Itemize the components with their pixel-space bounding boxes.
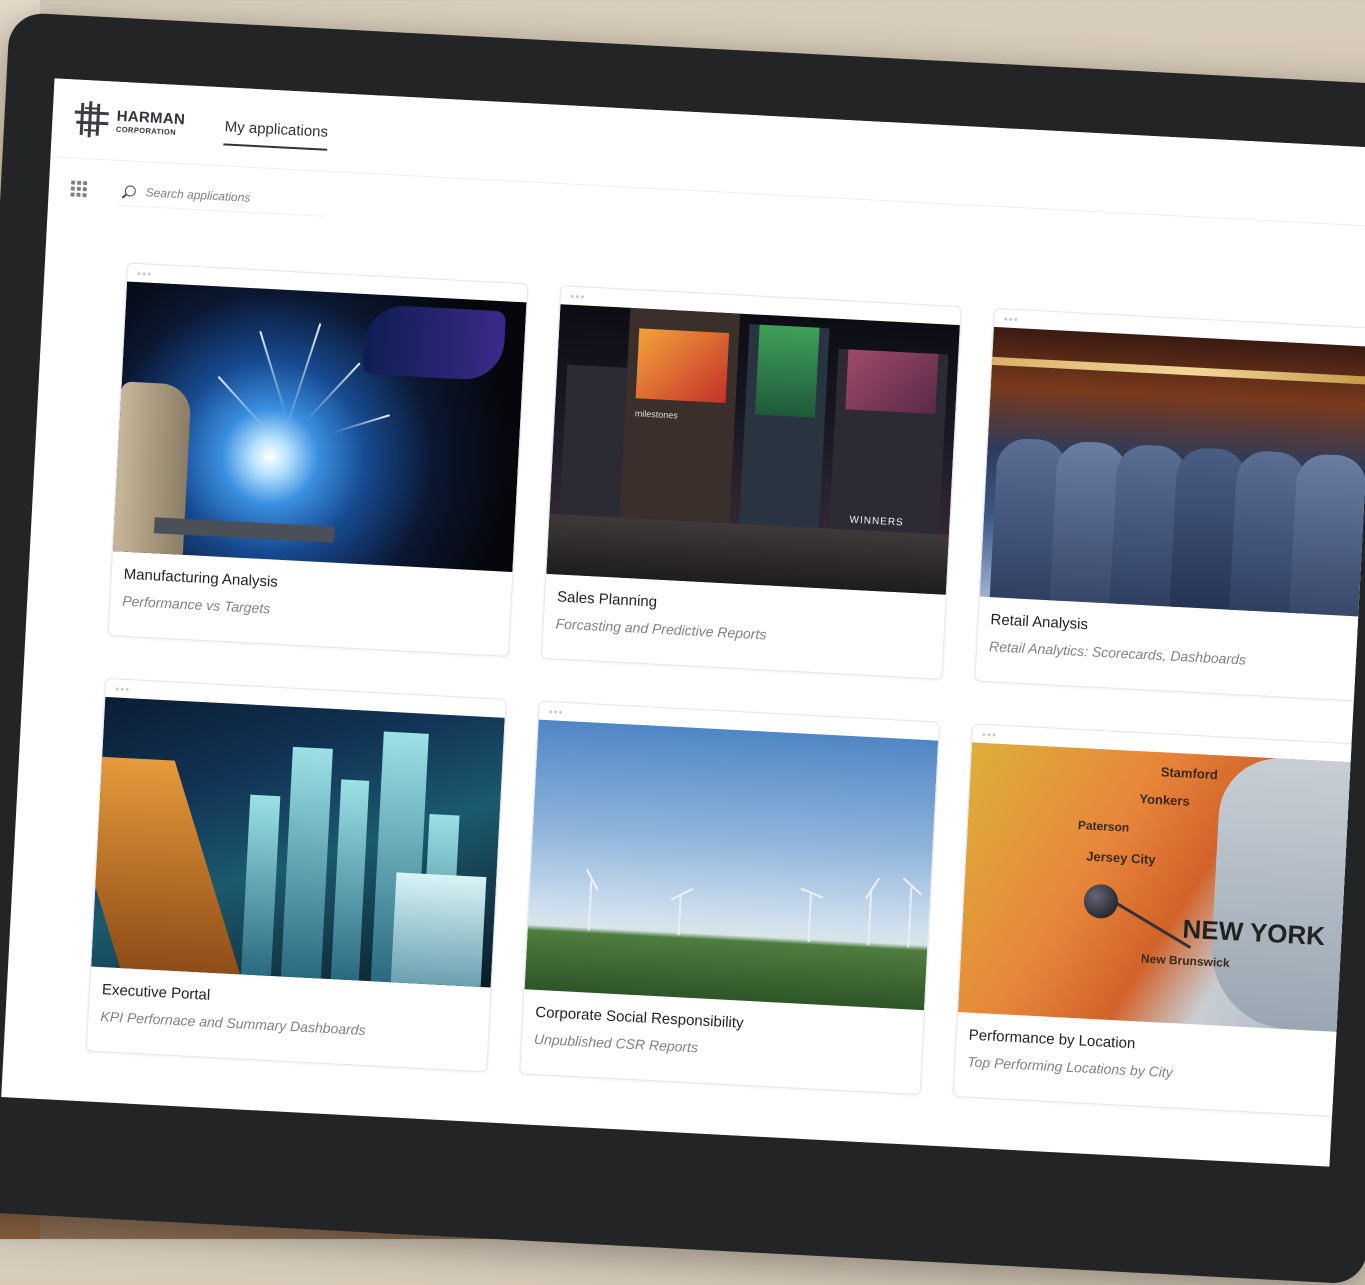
brand-logo[interactable]: HARMAN CORPORATION xyxy=(74,101,186,143)
laptop-frame: HARMAN CORPORATION My applications Searc… xyxy=(0,12,1365,1285)
search-icon xyxy=(124,185,137,197)
app-card-executive-portal[interactable]: Executive Portal KPI Perfornace and Summ… xyxy=(85,677,507,1073)
map-pin-needle xyxy=(1112,899,1192,949)
app-card-manufacturing-analysis[interactable]: Manufacturing Analysis Performance vs Ta… xyxy=(107,262,529,657)
app-card-corporate-social-responsibility[interactable]: Corporate Social Responsibility Unpublis… xyxy=(519,700,941,1096)
logo-icon xyxy=(74,101,112,139)
card-image-map: Stamford Yonkers Paterson Jersey City Ne… xyxy=(957,742,1365,1033)
map-label-new-york: NEW YORK xyxy=(1181,913,1326,952)
application-cards-grid: Manufacturing Analysis Performance vs Ta… xyxy=(85,262,1365,1118)
search-input[interactable] xyxy=(143,183,318,209)
tab-my-applications[interactable]: My applications xyxy=(223,107,329,151)
card-image-clothing-rack xyxy=(979,326,1365,618)
map-label-paterson: Paterson xyxy=(1077,818,1130,835)
card-image-welding xyxy=(112,281,527,573)
app-grid-icon[interactable] xyxy=(70,180,88,198)
app-card-performance-by-location[interactable]: Stamford Yonkers Paterson Jersey City Ne… xyxy=(952,723,1365,1118)
card-image-city-night: milestones WINNERS xyxy=(546,304,960,595)
map-label-yonkers: Yonkers xyxy=(1138,791,1191,809)
app-card-retail-analysis[interactable]: Retail Analysis Retail Analytics: Scorec… xyxy=(974,307,1365,703)
brand-subtitle: CORPORATION xyxy=(115,124,177,137)
map-label-jersey-city: Jersey City xyxy=(1085,848,1156,868)
card-image-city-skyline xyxy=(91,696,505,988)
map-label-stamford: Stamford xyxy=(1160,764,1219,783)
app-screen: HARMAN CORPORATION My applications Searc… xyxy=(1,78,1365,1167)
card-image-wind-turbines xyxy=(524,719,939,1011)
app-card-sales-planning[interactable]: milestones WINNERS Sales Planning Forcas… xyxy=(540,285,962,680)
map-pin-icon xyxy=(1083,883,1119,920)
search-box[interactable] xyxy=(118,176,326,217)
